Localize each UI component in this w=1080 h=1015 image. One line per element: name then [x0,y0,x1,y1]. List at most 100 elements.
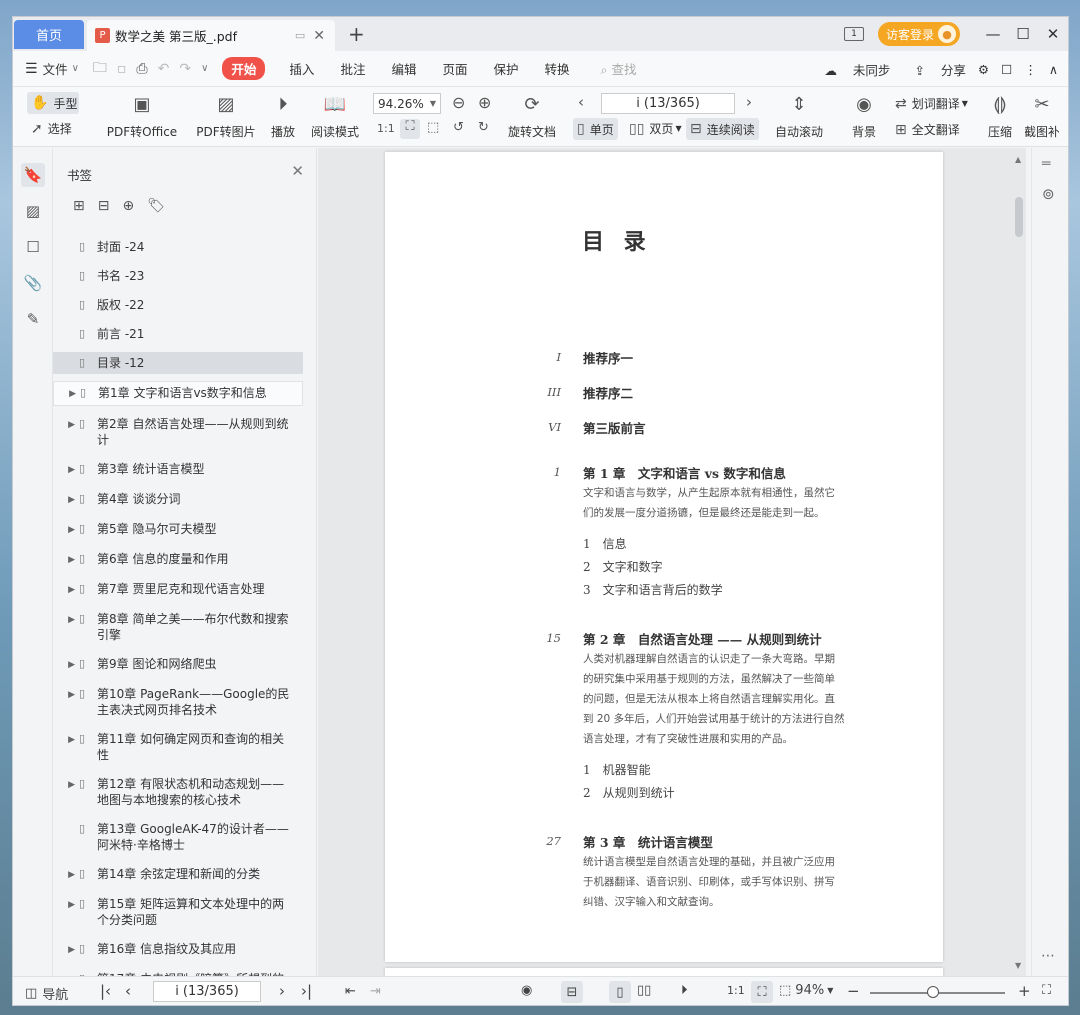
play-status-icon[interactable]: ⏵ [681,983,688,998]
next-page-status-icon[interactable]: › [279,982,285,1000]
comment-icon[interactable]: ☐ [1001,62,1012,77]
compress-button[interactable]: ⟬⟭ 压缩 [983,91,1017,140]
expand-arrow-icon[interactable]: ▶ [61,686,75,718]
bookmark-panel-icon[interactable]: 🔖 [21,163,45,187]
bookmark-item[interactable]: ▯ 封面 -24 [53,236,303,258]
bookmark-icon[interactable]: 🏷 [147,198,165,214]
bookmark-item[interactable]: ▶ ▯ 第6章 信息的度量和作用 [53,548,303,571]
continuous-read-button[interactable]: ⊟ 连续阅读 [686,118,759,140]
toc-subsection[interactable]: 2 从规则到统计 [583,784,675,801]
menu-tab-annotate[interactable]: 批注 [340,59,365,78]
expand-arrow-icon[interactable]: ▶ [61,551,75,568]
undo-icon[interactable]: ↶ [158,61,170,77]
tab-home[interactable]: 首页 [14,20,84,49]
close-tab-icon[interactable]: ✕ [313,28,325,44]
first-page-icon[interactable]: |‹ [100,982,111,1000]
full-translate-button[interactable]: ⊞ 全文翻译 [895,121,960,138]
zoom-out-icon[interactable]: ⊖ [452,93,465,112]
toc-heading[interactable]: 第 3 章 统计语言模型 [583,832,713,851]
bookmark-item[interactable]: ▶ ▯ 第5章 隐马尔可夫模型 [53,518,303,541]
bookmark-item[interactable]: ▶ ▯ 第16章 信息指纹及其应用 [53,938,303,961]
eye-mode-icon[interactable]: ◉ [521,983,532,998]
collapse-all-icon[interactable]: ⊟ [98,198,110,214]
bookmark-item[interactable]: ▶ ▯ 第4章 谈谈分词 [53,488,303,511]
single-page-button[interactable]: ▯ 单页 [573,118,618,140]
menu-tab-insert[interactable]: 插入 [289,59,314,78]
double-page-button[interactable]: ▯▯ 双页 ▼ [629,120,682,137]
menu-tab-page[interactable]: 页面 [442,59,467,78]
bookmark-item[interactable]: ▯ 第13章 GoogleAK-47的设计者——阿米特·辛格博士 [53,818,303,856]
read-mode-button[interactable]: 📖 阅读模式 [309,91,361,140]
more-options-icon[interactable]: ⋯ [1041,948,1055,964]
last-page-icon[interactable]: ›| [301,982,312,1000]
bookmark-item[interactable]: ▯ 前言 -21 [53,323,303,345]
screenshot-button[interactable]: ✂ 截图补 [1025,91,1059,140]
zoom-select[interactable]: 94.26% ▼ [373,93,441,114]
zoom-in-status-icon[interactable]: + [1018,982,1031,1000]
share-button[interactable]: ⇪ 分享 [902,60,965,79]
expand-arrow-icon[interactable]: ▶ [61,731,75,763]
menu-tab-edit[interactable]: 编辑 [391,59,416,78]
status-page-input[interactable]: i (13/365) [153,981,261,1002]
expand-arrow-icon[interactable]: ▶ [61,941,75,958]
expand-arrow-icon[interactable]: ▶ [61,461,75,478]
menu-tab-protect[interactable]: 保护 [493,59,518,78]
save-icon[interactable]: ▫ [117,61,127,77]
rotate-left-icon[interactable]: ↺ [453,120,464,135]
bookmark-item[interactable]: ▯ 版权 -22 [53,294,303,316]
menu-lines-icon[interactable]: ═ [1042,156,1050,172]
toc-subsection[interactable]: 3 文字和语言背后的数学 [583,581,723,598]
tab-document[interactable]: P 数学之美 第三版_.pdf ▭ ✕ [87,20,335,51]
scroll-up-icon[interactable]: ▲ [1015,155,1021,164]
expand-all-icon[interactable]: ⊞ [73,198,85,214]
expand-arrow-icon[interactable]: ▶ [61,776,75,808]
comment-panel-icon[interactable]: ☐ [21,235,45,259]
expand-arrow-icon[interactable]: ▶ [61,416,75,448]
toc-subsection[interactable]: 1 机器智能 [583,761,651,778]
file-menu[interactable]: ☰ 文件 ∨ [25,59,79,78]
workspace-icon[interactable]: 1 [843,27,864,41]
expand-arrow-icon[interactable]: ▶ [61,866,75,883]
search-box[interactable]: ⌕ 查找 [601,59,637,78]
expand-arrow-icon[interactable]: ▶ [61,581,75,598]
scroll-down-icon[interactable]: ▼ [1015,961,1021,970]
close-window-button[interactable]: ✕ [1038,25,1068,43]
auto-scroll-button[interactable]: ⇕ 自动滚动 [769,91,829,140]
bookmark-item[interactable]: ▶ ▯ 第3章 统计语言模型 [53,458,303,481]
expand-arrow-icon[interactable]: ▶ [61,656,75,673]
collapse-ribbon-icon[interactable]: ∧ [1049,62,1058,77]
redo-icon[interactable]: ↷ [179,61,191,77]
pdf-to-image-button[interactable]: ▨ PDF转图片 [194,91,258,140]
bookmark-item[interactable]: ▶ ▯ 第15章 矩阵运算和文本处理中的两个分类问题 [53,893,303,931]
maximize-button[interactable]: ☐ [1008,25,1038,43]
toc-heading[interactable]: 第 2 章 自然语言处理 —— 从规则到统计 [583,629,822,648]
continuous-status-icon[interactable]: ⊟ [561,981,583,1003]
forward-icon[interactable]: ⇥ [370,984,381,999]
rotate-right-icon[interactable]: ↻ [478,120,489,135]
bookmark-item[interactable]: ▶ ▯ 第1章 文字和语言vs数字和信息 [53,381,303,406]
prev-page-icon[interactable]: ‹ [578,93,584,111]
expand-arrow-icon[interactable]: ▶ [62,385,76,402]
expand-arrow-icon[interactable]: ▶ [61,611,75,643]
zoom-slider-handle[interactable] [927,986,939,998]
bookmark-item[interactable]: ▶ ▯ 第14章 余弦定理和新闻的分类 [53,863,303,886]
expand-arrow-icon[interactable]: ▶ [61,491,75,508]
menu-tab-start[interactable]: 开始 [222,57,266,80]
select-tool-button[interactable]: ➚ 选择 [31,120,72,137]
signature-icon[interactable]: ✎ [21,307,45,331]
bookmark-item[interactable]: ▶ ▯ 第9章 图论和网络爬虫 [53,653,303,676]
navigation-button[interactable]: ◫ 导航 [25,984,68,1003]
toc-subsection[interactable]: 1 信息 [583,535,627,552]
next-page-icon[interactable]: › [746,93,752,111]
actual-size-icon[interactable]: 1:1 [377,122,395,135]
play-button[interactable]: ⏵ 播放 [266,91,300,140]
toc-subsection[interactable]: 2 文字和数字 [583,558,663,575]
hand-tool-button[interactable]: ✋ 手型 [27,92,79,114]
bookmark-item[interactable]: ▶ ▯ 第8章 简单之美——布尔代数和搜索引擎 [53,608,303,646]
bookmark-item[interactable]: ▶ ▯ 第11章 如何确定网页和查询的相关性 [53,728,303,766]
bookmark-item[interactable]: ▶ ▯ 第2章 自然语言处理——从规则到统计 [53,413,303,451]
expand-arrow-icon[interactable]: ▶ [61,521,75,538]
bookmark-item[interactable]: ▯ 目录 -12 [53,352,303,374]
back-icon[interactable]: ⇤ [345,984,356,999]
minimize-button[interactable]: — [978,25,1008,43]
